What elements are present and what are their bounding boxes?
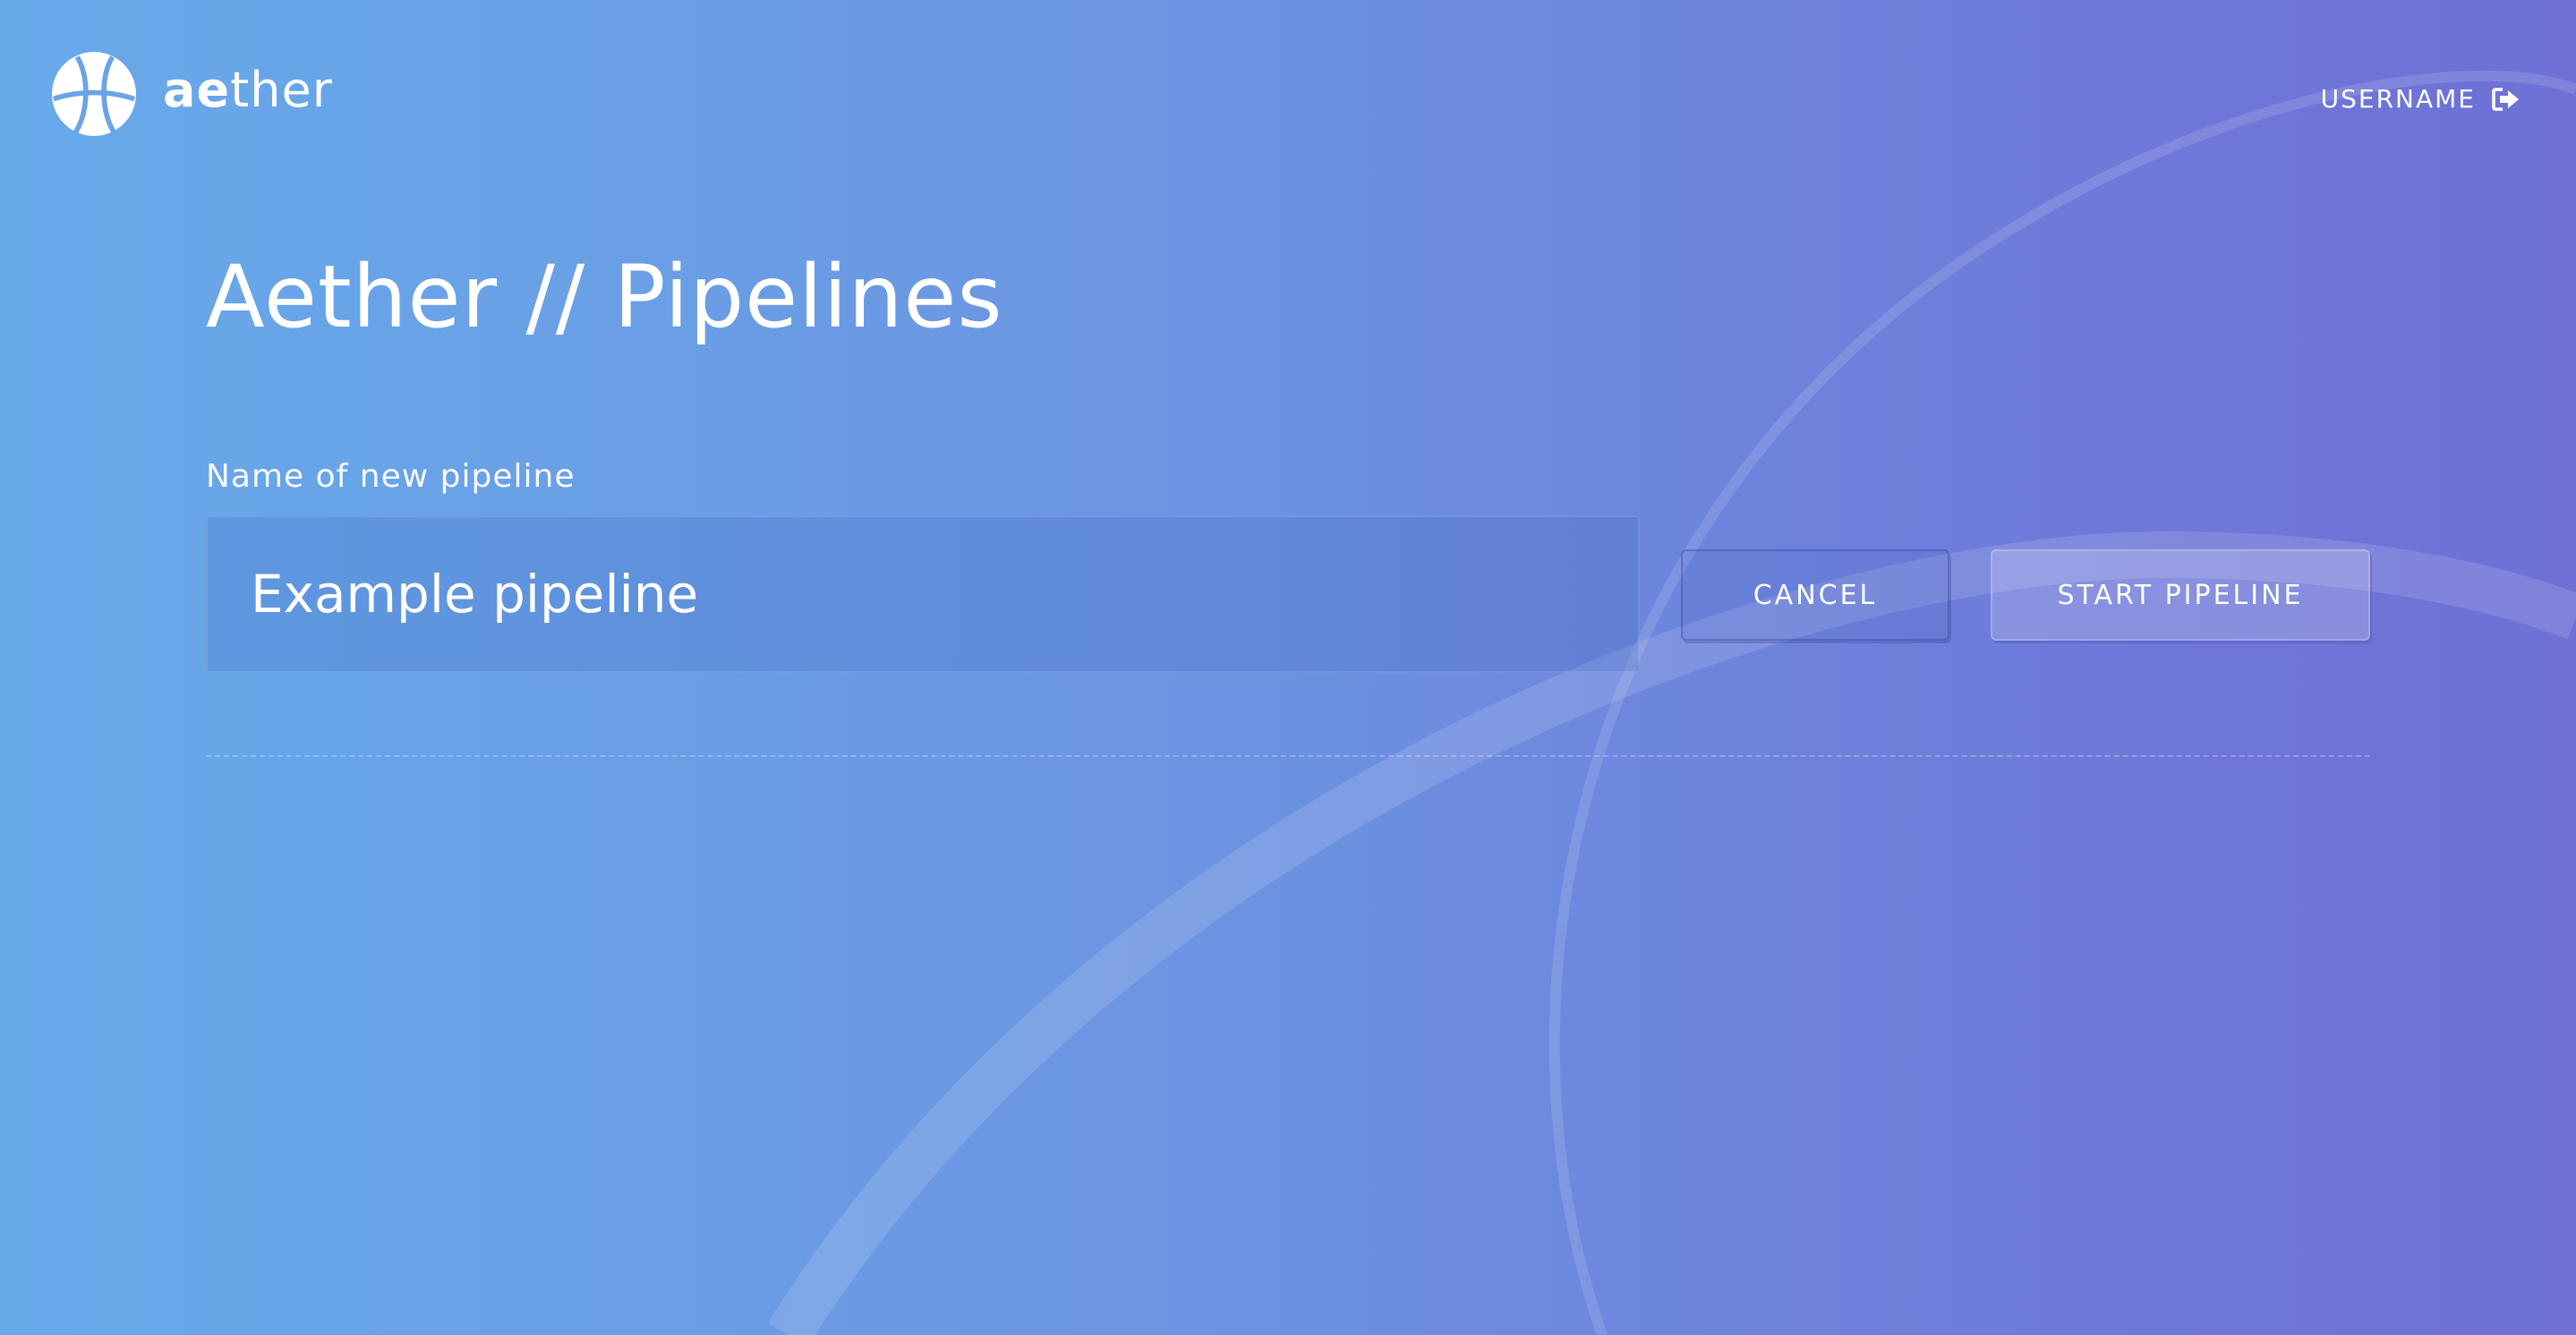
start-pipeline-button[interactable]: START PIPELINE — [1991, 549, 2370, 641]
sign-out-icon[interactable] — [2492, 87, 2521, 112]
aether-logo[interactable]: aether — [52, 52, 333, 136]
user-logout-menu[interactable]: USERNAME — [2321, 84, 2521, 114]
pipeline-name-label: Name of new pipeline — [206, 458, 576, 495]
cancel-button[interactable]: CANCEL — [1681, 549, 1949, 641]
username-label: USERNAME — [2320, 84, 2476, 114]
aether-logo-icon — [52, 52, 136, 136]
page-title: Aether // Pipelines — [206, 247, 1003, 347]
pipeline-name-input[interactable] — [206, 515, 1640, 673]
app-header: aether USERNAME — [0, 0, 2576, 197]
wordmark-bold: ae — [163, 62, 231, 118]
section-divider — [206, 755, 2370, 757]
wordmark-light: ther — [230, 62, 333, 118]
aether-wordmark: aether — [163, 66, 333, 115]
